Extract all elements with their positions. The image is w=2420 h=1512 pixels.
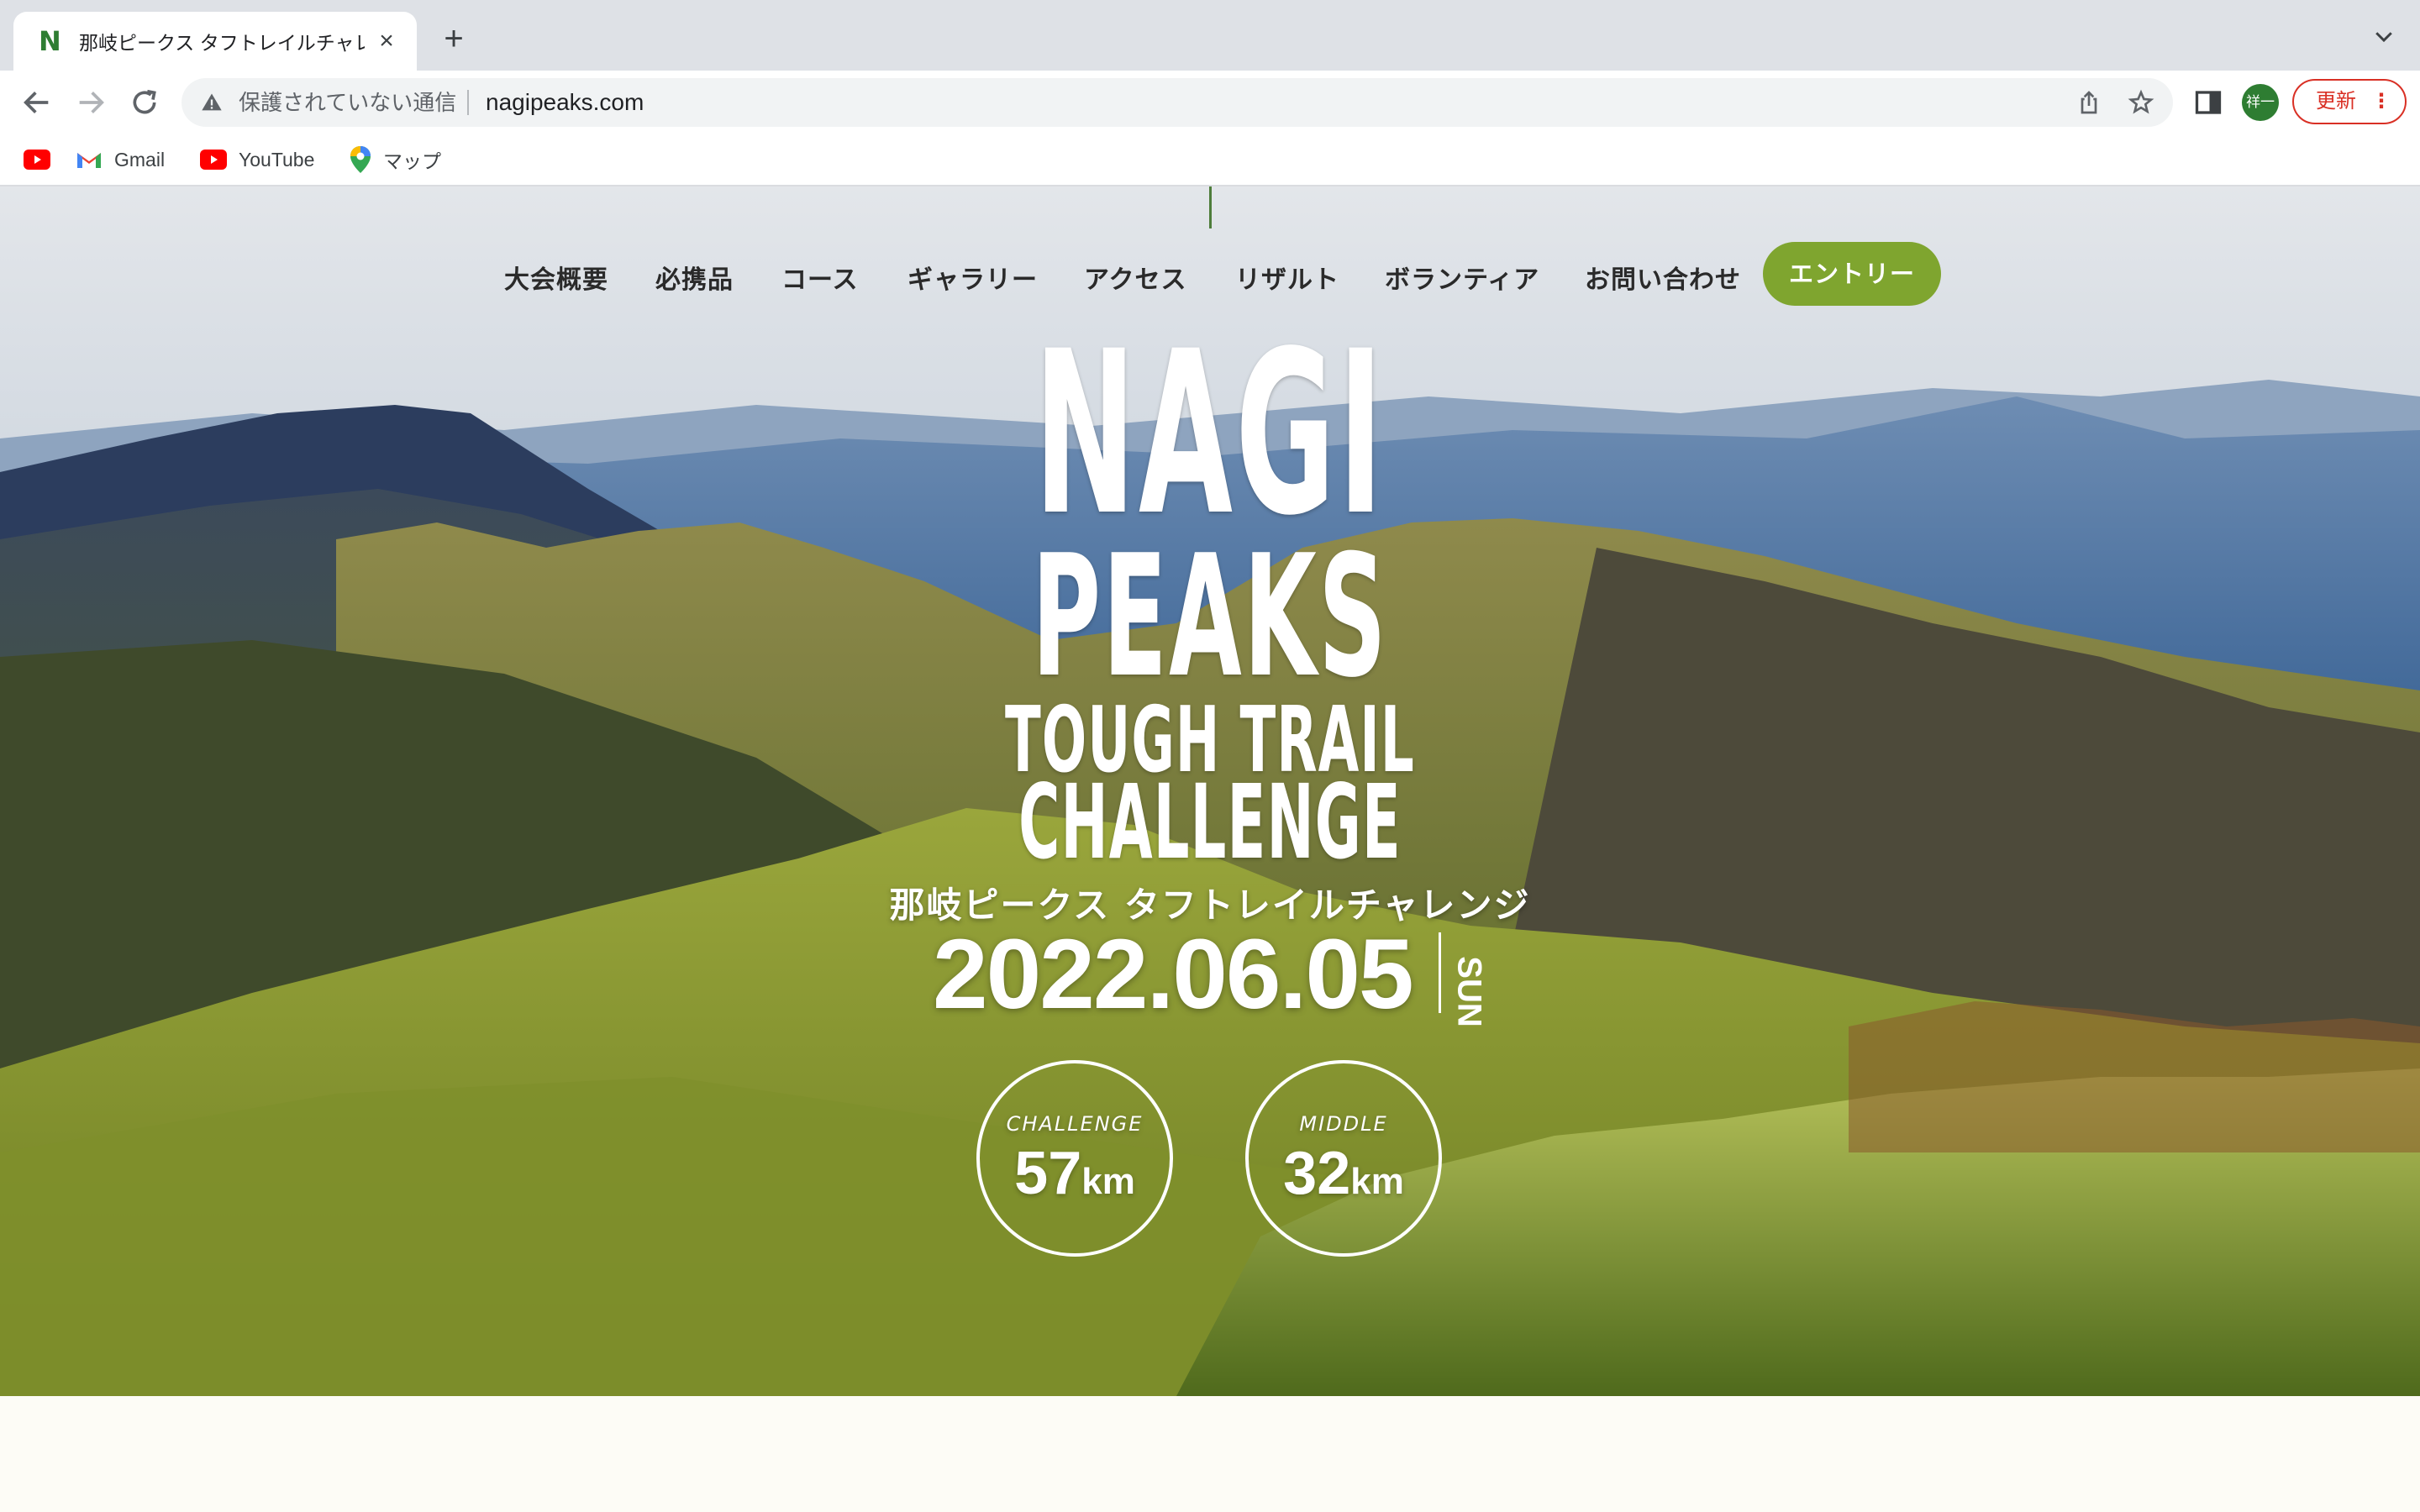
- security-status-label[interactable]: 保護されていない通信: [239, 90, 456, 115]
- nav-item-required-gear[interactable]: 必携品: [655, 259, 734, 296]
- tab-title: 那岐ピークス タフトレイルチャレンジ: [79, 32, 365, 54]
- hero-section: 大会概要 必携品 コース ギャラリー アクセス リザルト ボランティア お問い合…: [0, 186, 2420, 1396]
- logo-line-peaks: PEAKS: [1032, 519, 1388, 715]
- update-label: 更新: [2316, 90, 2356, 113]
- event-date: 2022.06.05: [933, 919, 1414, 1030]
- gmail-icon: [77, 153, 101, 168]
- bookmark-gmail[interactable]: Gmail: [76, 143, 165, 176]
- nav-item-results[interactable]: リザルト: [1235, 259, 1339, 296]
- top-accent-line: [1209, 186, 1212, 228]
- new-tab-button[interactable]: +: [437, 22, 471, 55]
- course-distance-unit: km: [1350, 1161, 1404, 1202]
- kebab-menu-icon: ⋮: [2371, 90, 2391, 113]
- bookmark-youtube-shortcut[interactable]: [24, 143, 62, 176]
- course-distance-value: 32: [1283, 1140, 1351, 1207]
- url-text[interactable]: nagipeaks.com: [486, 90, 644, 115]
- nav-item-volunteer[interactable]: ボランティア: [1385, 259, 1539, 296]
- warning-triangle-icon[interactable]: [200, 91, 224, 114]
- nav-item-contact[interactable]: お問い合わせ: [1585, 259, 1741, 296]
- browser-tab[interactable]: N 那岐ピークス タフトレイルチャレンジ ×: [13, 12, 417, 71]
- profile-avatar[interactable]: 祥一: [2242, 84, 2279, 121]
- course-distance: 57km: [980, 1139, 1170, 1208]
- bookmark-youtube[interactable]: YouTube: [200, 143, 314, 176]
- bookmarks-bar: Gmail YouTube マップ: [0, 134, 2420, 186]
- course-distance-unit: km: [1081, 1161, 1135, 1202]
- omnibox-divider: [467, 90, 469, 115]
- share-icon[interactable]: [2075, 89, 2102, 116]
- back-arrow-icon[interactable]: [20, 86, 54, 119]
- course-distance-value: 57: [1014, 1140, 1082, 1207]
- date-divider: [1439, 932, 1441, 1013]
- bookmark-label: マップ: [383, 150, 441, 172]
- logo-line-nagi: NAGI: [1034, 303, 1386, 565]
- youtube-icon: [200, 150, 227, 170]
- site-favicon-icon: N: [39, 25, 61, 57]
- nav-item-course[interactable]: コース: [781, 259, 859, 296]
- tab-strip: N 那岐ピークス タフトレイルチャレンジ × +: [0, 0, 2420, 71]
- reload-icon[interactable]: [128, 86, 161, 119]
- bookmark-label: Gmail: [114, 148, 166, 171]
- maps-icon: [350, 146, 371, 173]
- content-section-start: [0, 1396, 2420, 1512]
- bookmark-star-icon[interactable]: [2128, 89, 2154, 116]
- course-badge-challenge[interactable]: CHALLENGE 57km: [976, 1060, 1173, 1257]
- close-tab-icon[interactable]: ×: [371, 26, 402, 56]
- bookmark-label: YouTube: [239, 148, 315, 171]
- nav-item-gallery[interactable]: ギャラリー: [908, 259, 1038, 296]
- side-panel-icon[interactable]: [2193, 87, 2223, 118]
- logo-line-challenge: CHALLENGE: [1018, 763, 1402, 882]
- youtube-icon: [24, 150, 50, 170]
- course-name: MIDDLE: [1299, 1112, 1388, 1136]
- browser-toolbar: 保護されていない通信 nagipeaks.com 祥一 更新 ⋮: [0, 71, 2420, 134]
- forward-arrow-icon[interactable]: [74, 86, 108, 119]
- address-bar[interactable]: 保護されていない通信 nagipeaks.com: [182, 78, 2173, 127]
- nav-item-access[interactable]: アクセス: [1084, 259, 1187, 296]
- tab-search-chevron-icon[interactable]: [2371, 24, 2396, 49]
- course-badge-middle[interactable]: MIDDLE 32km: [1245, 1060, 1442, 1257]
- update-button[interactable]: 更新 ⋮: [2292, 79, 2407, 124]
- bookmark-maps[interactable]: マップ: [350, 143, 441, 176]
- entry-button[interactable]: エントリー: [1763, 242, 1941, 306]
- site-nav: 大会概要 必携品 コース ギャラリー アクセス リザルト ボランティア お問い合…: [0, 240, 2420, 307]
- event-weekday: SUN: [1450, 956, 1488, 1027]
- nav-item-overview[interactable]: 大会概要: [504, 259, 608, 296]
- course-distance: 32km: [1249, 1139, 1439, 1208]
- course-name: CHALLENGE: [1006, 1112, 1144, 1136]
